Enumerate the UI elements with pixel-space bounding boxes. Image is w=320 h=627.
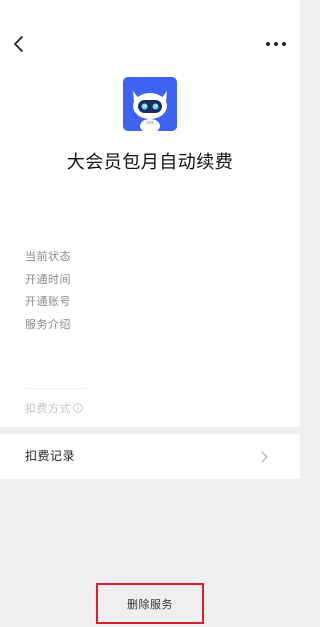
service-logo xyxy=(123,77,177,131)
back-button[interactable] xyxy=(10,32,30,56)
info-item-status: 当前状态 xyxy=(25,250,71,263)
more-horizontal-icon xyxy=(266,42,286,46)
divider xyxy=(25,388,87,389)
payment-method-label: 扣费方式 xyxy=(25,402,71,415)
chevron-right-icon xyxy=(261,451,268,463)
service-detail-card: 大会员包月自动续费 当前状态 开通时间 开通账号 服务介绍 扣费方式 xyxy=(0,0,300,427)
delete-service-button[interactable]: 删除服务 xyxy=(96,583,204,624)
info-item-account: 开通账号 xyxy=(25,295,71,308)
info-item-open-time: 开通时间 xyxy=(25,272,71,286)
service-title: 大会员包月自动续费 xyxy=(66,152,234,173)
info-item-introduction: 服务介绍 xyxy=(25,317,71,331)
billing-records-row[interactable]: 扣费记录 xyxy=(0,434,300,479)
info-circle-icon[interactable] xyxy=(73,403,83,413)
chevron-left-icon xyxy=(14,36,23,52)
more-button[interactable] xyxy=(262,34,290,54)
service-info-list: 当前状态 开通时间 开通账号 服务介绍 xyxy=(25,246,71,336)
payment-method: 扣费方式 xyxy=(25,400,83,416)
robot-mascot-icon xyxy=(133,91,167,131)
delete-service-label: 删除服务 xyxy=(127,597,173,611)
billing-records-label: 扣费记录 xyxy=(25,449,76,463)
